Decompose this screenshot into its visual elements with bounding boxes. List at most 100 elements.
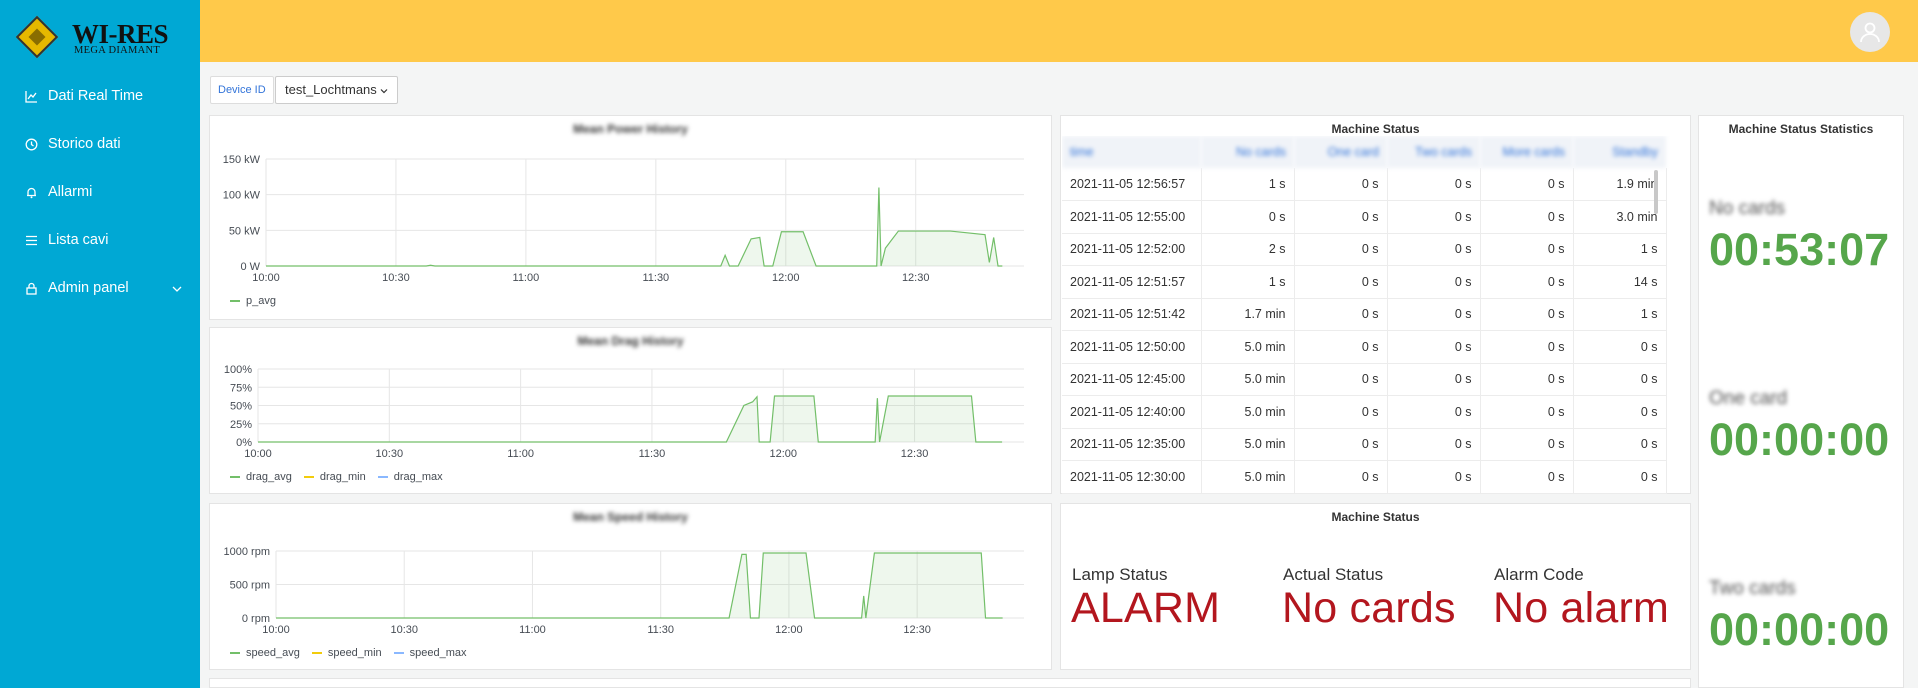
column-header-time[interactable]: time [1062,136,1201,168]
y-tick-label: 100% [224,364,252,376]
column-header-standby[interactable]: Standby [1573,136,1666,168]
table-row[interactable]: 2021-11-05 12:35:00 5.0 min 0 s0 s0 s0 s [1062,428,1667,461]
table-cell: 0 s [1573,395,1667,429]
brand-logo[interactable]: WI-RES MEGA DIAMANT [15,15,188,60]
actual-status-value: No cards [1282,584,1456,632]
legend-item-speed-max[interactable]: speed_max [393,647,467,659]
legend-item-drag-min[interactable]: drag_min [303,471,366,483]
legend-item-speed-avg[interactable]: speed_avg [230,647,300,659]
column-header-more-cards[interactable]: More cards [1480,136,1573,168]
table-scrollbar[interactable] [1654,170,1658,214]
table-row[interactable]: 2021-11-05 12:45:00 5.0 min 0 s0 s0 s0 s [1062,363,1667,396]
table-cell: 2021-11-05 12:55:00 [1062,200,1202,234]
x-tick-label: 10:00 [244,448,272,460]
x-tick-label: 11:30 [647,624,674,636]
series-area-p_avg [266,187,1003,266]
table-row[interactable]: 2021-11-05 12:40:00 5.0 min 0 s0 s0 s0 s [1062,395,1667,429]
x-tick-label: 12:00 [769,448,797,460]
stat-one-card-label: One card [1709,388,1788,409]
y-tick-label: 150 kW [223,154,261,166]
sidebar-item-admin-panel[interactable]: Admin panel [0,264,200,312]
x-tick-label: 10:30 [390,624,418,636]
speed-history-chart: 0 rpm500 rpm1000 rpm10:00 10:30 11:00 11:30… [224,546,1024,636]
sidebar-item-label: Storico dati [48,136,121,152]
x-tick-label: 12:00 [772,272,800,284]
table-row[interactable]: 2021-11-05 12:51:57 1 s0 s0 s0 s 14 s [1062,265,1667,299]
y-tick-label: 500 rpm [230,580,270,592]
panel-title: Machine Status [1331,122,1420,136]
history-icon [24,137,38,151]
lamp-status-label: Lamp Status [1072,565,1168,584]
x-tick-label: 10:30 [376,448,404,460]
y-tick-label: 50% [230,401,252,413]
table-cell: 2021-11-05 12:40:00 [1062,395,1202,429]
table-cell: 1.7 min [1201,298,1295,331]
table-cell: 0 s [1294,233,1388,266]
y-tick-label: 75% [230,382,252,394]
sidebar-item-dati-real-time[interactable]: Dati Real Time [0,72,200,120]
table-cell: 0 s [1387,233,1481,266]
legend-item-drag-avg[interactable]: drag_avg [230,471,292,483]
table-cell: 14 s [1573,265,1667,299]
power-history-panel: Mean Power History 0 W 50 kW 100 kW 150 kW 1… [209,115,1052,320]
device-id-label: Device ID [210,76,274,104]
column-header-two-cards[interactable]: Two cards [1387,136,1480,168]
table-cell: 5.0 min [1201,460,1295,494]
sidebar-item-allarmi[interactable]: Allarmi [0,168,200,216]
table-cell: 5.0 min [1201,428,1295,461]
table-cell: 2021-11-05 12:50:00 [1062,330,1202,364]
table-cell: 0 s [1201,200,1295,234]
table-cell: 2021-11-05 12:51:57 [1062,265,1202,299]
table-cell: 0 s [1387,265,1481,299]
list-icon [24,233,38,247]
legend-item-speed-min[interactable]: speed_min [311,647,382,659]
y-tick-label: 1000 rpm [224,546,270,558]
stat-no-cards-value: 00:53:07 [1709,224,1890,275]
table-cell: 0 s [1387,330,1481,364]
bell-icon [24,185,38,199]
sidebar: WI-RES MEGA DIAMANT Dati Real Time Stori… [0,0,200,688]
table-cell: 2021-11-05 12:56:57 [1062,168,1202,201]
table-row[interactable]: 2021-11-05 12:52:00 2 s0 s0 s0 s1 s [1062,233,1667,266]
table-cell: 1.9 min [1573,168,1667,201]
lamp-status-value: ALARM [1071,584,1221,632]
legend-item-drag-max[interactable]: drag_max [377,471,443,483]
drag-history-chart: 0%25%50%75%100%10:00 10:30 11:00 11:30 12:00… [224,364,1024,460]
table-cell: 0 s [1294,363,1388,396]
actual-status-label: Actual Status [1283,565,1384,584]
alarm-code-value: No alarm [1493,584,1670,632]
diamond-logo-icon [15,15,59,59]
chart-legend: drag_avg drag_min drag_max [230,471,443,483]
table-cell: 0 s [1480,265,1574,299]
x-tick-label: 10:00 [252,272,280,284]
stat-two-cards-value: 00:00:00 [1709,604,1890,655]
table-cell: 0 s [1387,363,1481,396]
table-cell: 2021-11-05 12:45:00 [1062,363,1202,396]
series-area-drag_avg [258,396,1003,442]
table-cell: 0 s [1294,265,1388,299]
table-row[interactable]: 2021-11-05 12:50:00 5.0 min 0 s0 s0 s0 s [1062,330,1667,364]
sidebar-item-lista-cavi[interactable]: Lista cavi [0,216,200,264]
x-tick-label: 12:30 [903,624,931,636]
table-row[interactable]: 2021-11-05 12:30:00 5.0 min 0 s0 s0 s0 s [1062,460,1667,494]
column-header-one-card[interactable]: One card [1294,136,1387,168]
sidebar-item-storico-dati[interactable]: Storico dati [0,120,200,168]
user-avatar-icon[interactable] [1850,12,1890,52]
speed-history-panel: Mean Speed History 0 rpm 500 rpm 1000 rpm 1… [209,503,1052,670]
bottom-panel [209,678,1691,688]
brand-subtitle: MEGA DIAMANT [74,45,161,56]
table-row[interactable]: 2021-11-05 12:56:57 1 s0 s0 s0 s 1.9 min [1062,168,1667,201]
column-header-no-cards[interactable]: No cards [1201,136,1294,168]
table-cell: 2021-11-05 12:52:00 [1062,233,1202,266]
table-row[interactable]: 2021-11-05 12:51:42 1.7 min 0 s0 s0 s1 s [1062,298,1667,331]
table-cell: 1 s [1573,298,1667,331]
table-cell: 1 s [1201,168,1295,201]
table-cell: 0 s [1294,298,1388,331]
legend-item-p-avg[interactable]: p_avg [230,295,276,307]
device-id-select[interactable]: test_Lochtmans [275,76,399,104]
table-row[interactable]: 2021-11-05 12:55:00 0 s0 s0 s0 s 3.0 min [1062,200,1667,234]
brand-title: WI-RES [72,19,169,49]
table-cell: 0 s [1480,460,1574,494]
alarm-code-label: Alarm Code [1494,565,1584,584]
table-cell: 5.0 min [1201,363,1295,396]
